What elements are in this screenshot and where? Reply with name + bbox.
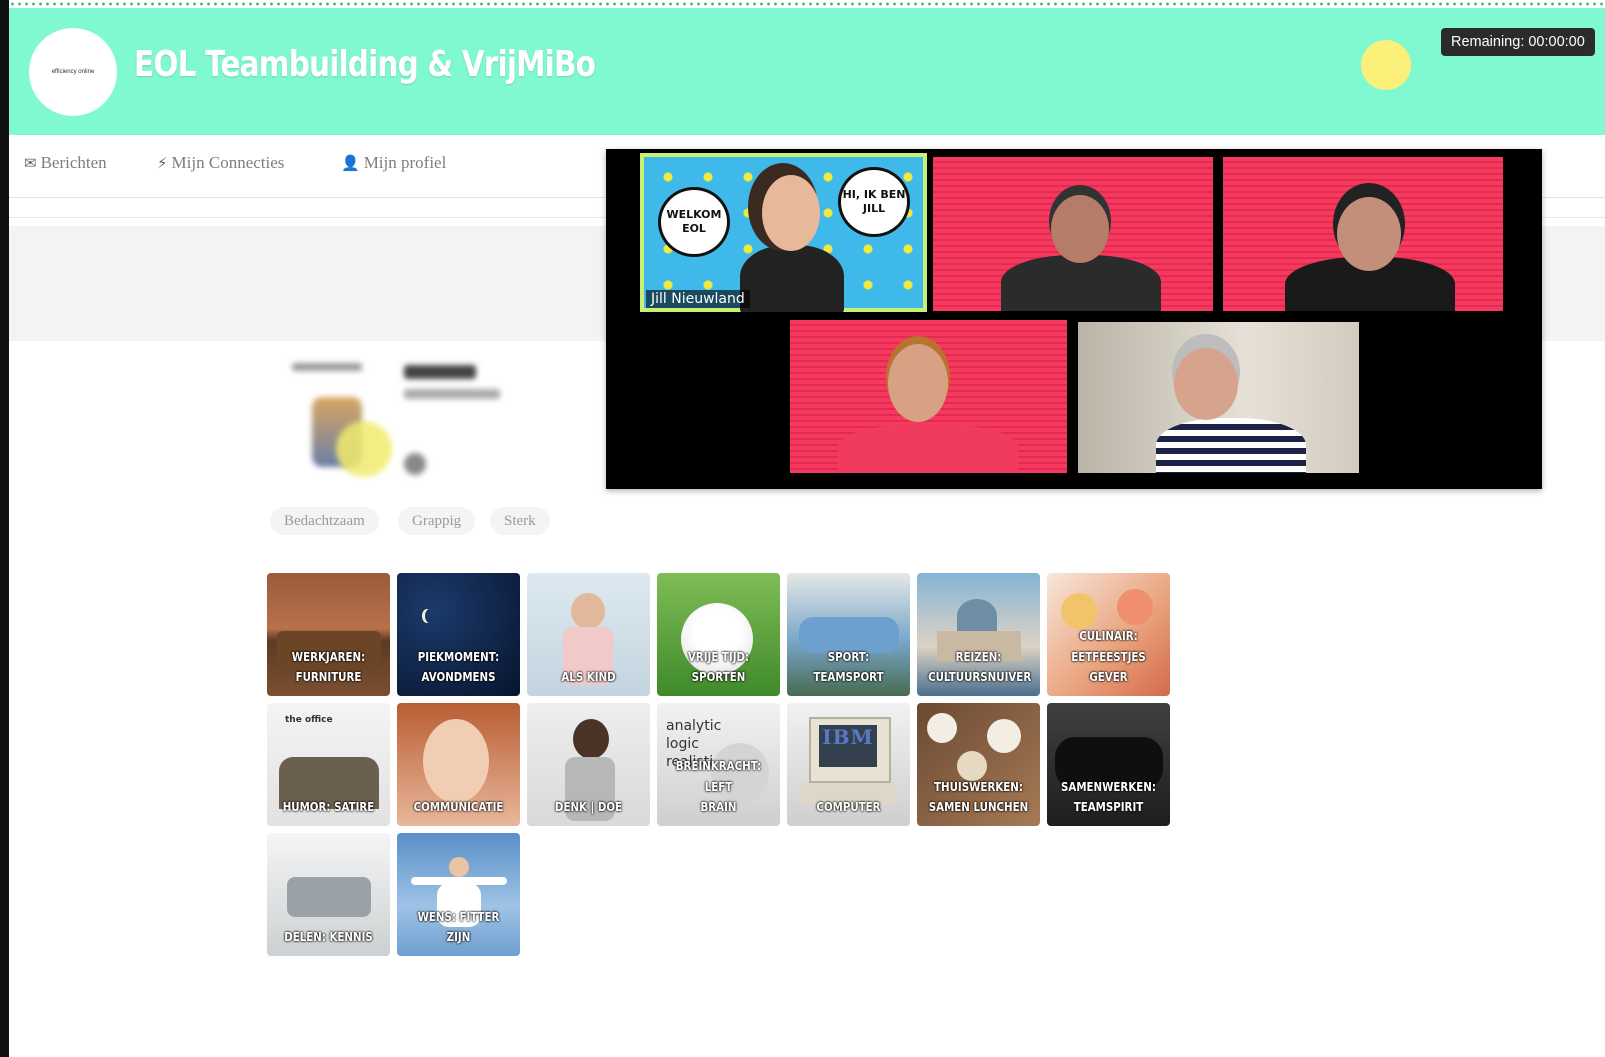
page-title: EOL Teambuilding & VrijMiBo [134, 44, 596, 85]
dotted-border [9, 0, 1605, 8]
card-label: COMPUTER [816, 799, 881, 815]
card-label: PIEKMOMENT: AVONDMENS [417, 648, 500, 685]
tag-sterk[interactable]: Sterk [490, 507, 550, 535]
card-label: WENS: FITTER ZIJN [417, 908, 500, 945]
person-head [1337, 197, 1401, 271]
video-call-overlay[interactable]: WELKOM EOL HI, IK BEN JILL Jill Nieuwlan… [606, 149, 1542, 489]
card-label: CULINAIR: EETFEESTJES GEVER [1071, 628, 1146, 685]
nav-label: Mijn Connecties [171, 153, 285, 172]
card-sport-teamsport[interactable]: SPORT: TEAMSPORT [787, 573, 910, 696]
card-breinkracht-left-brain[interactable]: analytic logic realistic BREINKRACHT: LE… [657, 703, 780, 826]
card-label: DENK | DOE [554, 799, 623, 815]
speech-bubble-welkom: WELKOM EOL [658, 187, 730, 257]
person-body [740, 245, 844, 312]
card-humor-satire[interactable]: the office HUMOR: SATIRE [267, 703, 390, 826]
blurred-label [292, 363, 362, 371]
card-delen-kennis[interactable]: DELEN: KENNIS [267, 833, 390, 956]
nav-label: Mijn profiel [363, 153, 447, 172]
card-label: VRIJE TIJD: SPORTEN [687, 648, 750, 685]
card-label: BREINKRACHT: LEFT BRAIN [675, 758, 762, 815]
nav-item-mijn-profiel[interactable]: 👤 Mijn profiel [341, 153, 446, 173]
lightning-icon: ⚡ [157, 154, 168, 172]
window-edge [0, 0, 9, 1057]
card-als-kind[interactable]: ALS KIND [527, 573, 650, 696]
card-piekmoment-avondmens[interactable]: PIEKMOMENT: AVONDMENS [397, 573, 520, 696]
remaining-timer: Remaining: 00:00:00 [1441, 28, 1595, 56]
card-thuiswerken-samen-lunchen[interactable]: THUISWERKEN: SAMEN LUNCHEN [917, 703, 1040, 826]
card-denk-doe[interactable]: DENK | DOE [527, 703, 650, 826]
card-label: DELEN: KENNIS [284, 929, 373, 945]
card-reizen-cultuursnuiver[interactable]: REIZEN: CULTUURSNUIVER [917, 573, 1040, 696]
nav-label: Berichten [40, 153, 107, 172]
video-tile-5[interactable] [1078, 322, 1359, 473]
card-label: SPORT: TEAMSPORT [813, 648, 884, 685]
card-communicatie[interactable]: COMMUNICATIE [397, 703, 520, 826]
card-label: HUMOR: SATIRE [282, 799, 375, 815]
sun-decoration [1361, 40, 1411, 90]
nav-item-berichten[interactable]: ✉ Berichten [24, 153, 107, 173]
person-body [838, 424, 1018, 473]
card-label: WERKJAREN: FURNITURE [291, 648, 366, 685]
card-overlay-text: IBM [822, 725, 874, 749]
card-samenwerken-teamspirit[interactable]: SAMENWERKEN: TEAMSPIRIT [1047, 703, 1170, 826]
blurred-subtitle [404, 389, 500, 399]
envelope-icon: ✉ [24, 154, 37, 172]
card-label: COMMUNICATIE [413, 799, 504, 815]
blurred-icon [404, 453, 426, 475]
person-body [1156, 418, 1306, 473]
card-werkjaren-furniture[interactable]: WERKJAREN: FURNITURE [267, 573, 390, 696]
nav-item-mijn-connecties[interactable]: ⚡ Mijn Connecties [157, 153, 284, 173]
card-culinair-eetfeestjes-gever[interactable]: CULINAIR: EETFEESTJES GEVER [1047, 573, 1170, 696]
user-icon: 👤 [341, 154, 360, 172]
person-head [888, 344, 948, 422]
card-label: SAMENWERKEN: TEAMSPIRIT [1061, 778, 1156, 815]
participant-name: Jill Nieuwland [646, 290, 750, 308]
tag-bedachtzaam[interactable]: Bedachtzaam [270, 507, 379, 535]
blurred-name [404, 365, 476, 379]
video-tile-jill[interactable]: WELKOM EOL HI, IK BEN JILL Jill Nieuwlan… [640, 153, 927, 312]
person-head [1174, 348, 1238, 420]
person-head [1051, 195, 1109, 263]
video-tile-3[interactable] [1223, 157, 1503, 311]
company-logo[interactable]: efficiency online [29, 28, 117, 116]
card-label: THUISWERKEN: SAMEN LUNCHEN [928, 778, 1029, 815]
video-tile-2[interactable] [933, 157, 1213, 311]
person-head [762, 175, 820, 251]
speech-bubble-hi: HI, IK BEN JILL [838, 167, 910, 237]
avatar-glow [336, 421, 392, 477]
video-tile-4[interactable] [790, 320, 1067, 473]
card-wens-fitter-zijn[interactable]: WENS: FITTER ZIJN [397, 833, 520, 956]
logo-text: efficiency online [51, 69, 95, 75]
tag-grappig[interactable]: Grappig [398, 507, 476, 535]
card-label: ALS KIND [561, 669, 616, 685]
person-body [1001, 255, 1161, 311]
app-header: efficiency online EOL Teambuilding & Vri… [9, 8, 1605, 135]
card-vrije-tijd-sporten[interactable]: VRIJE TIJD: SPORTEN [657, 573, 780, 696]
card-label: REIZEN: CULTUURSNUIVER [928, 648, 1032, 685]
card-computer[interactable]: IBM COMPUTER [787, 703, 910, 826]
